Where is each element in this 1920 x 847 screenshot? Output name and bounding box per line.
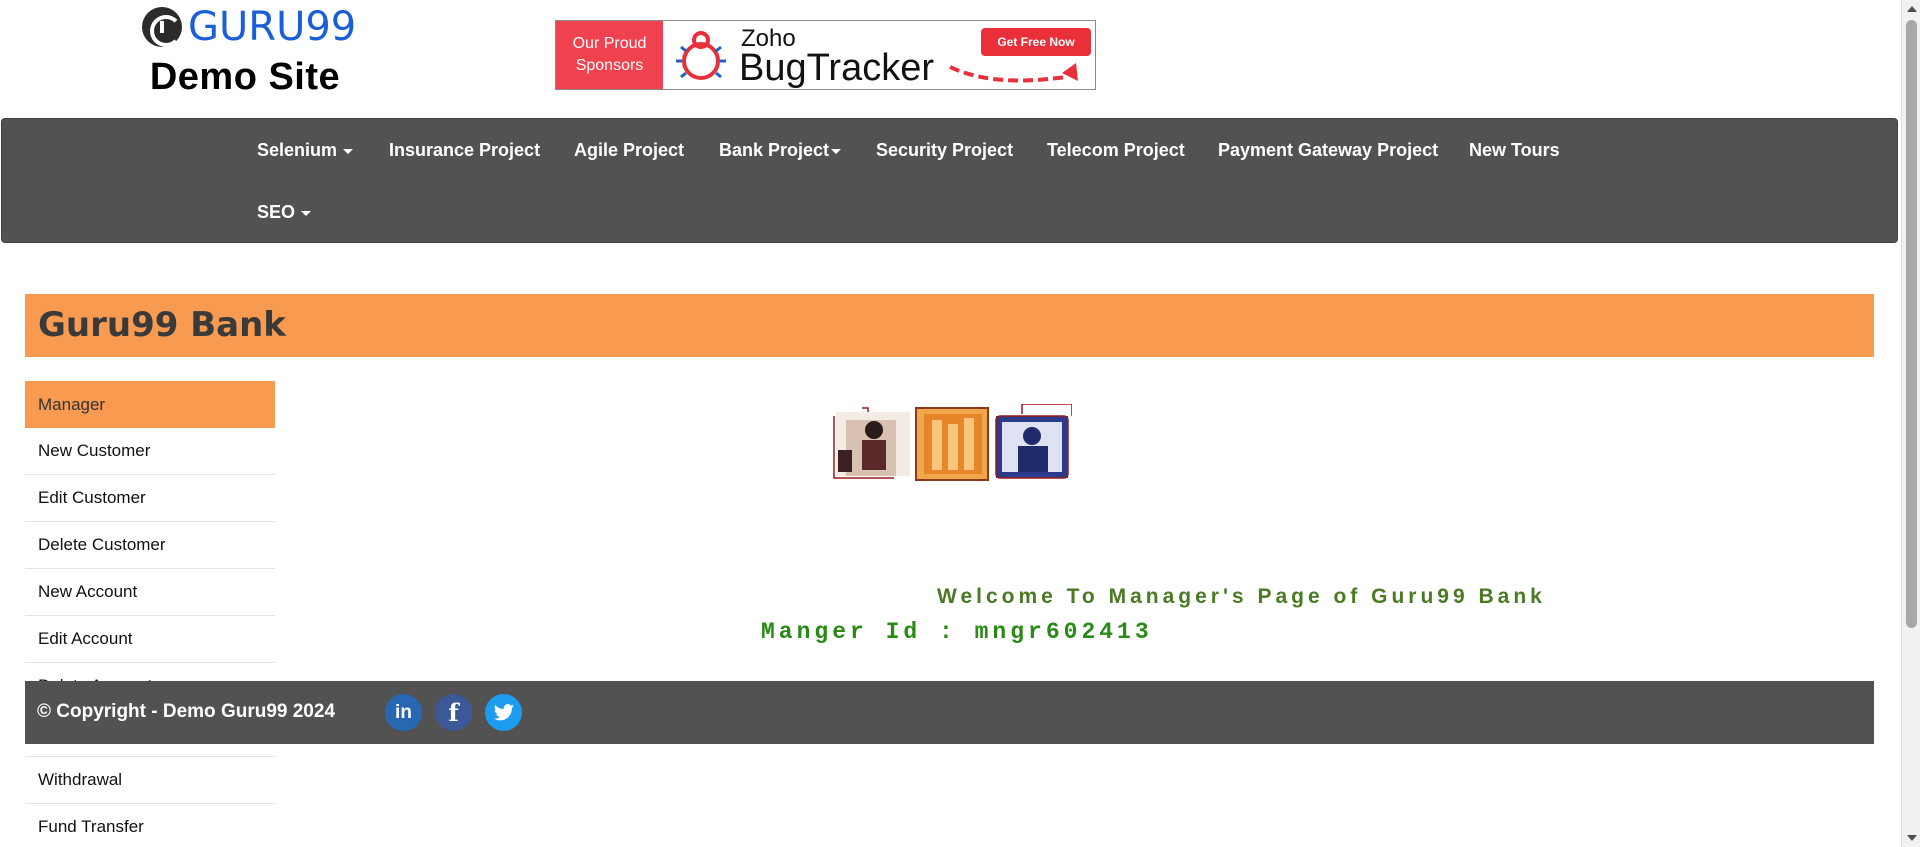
sidebar-item-delete-customer[interactable]: Delete Customer — [25, 522, 275, 569]
bank-collage-image — [833, 403, 1073, 481]
sidebar-item-new-account[interactable]: New Account — [25, 569, 275, 616]
banner-line-2: Sponsors — [575, 57, 644, 74]
banner-sponsor-label: Our Proud Sponsors — [556, 21, 663, 89]
banner-line-1: Our Proud — [572, 35, 647, 52]
sponsor-banner[interactable]: Our Proud Sponsors Zoho BugTracker Get F… — [555, 20, 1096, 90]
nav-agile-project[interactable]: Agile Project — [574, 140, 684, 161]
sidebar-item-withdrawal[interactable]: Withdrawal — [25, 757, 275, 804]
sidebar-item-edit-account[interactable]: Edit Account — [25, 616, 275, 663]
twitter-bird-glyph — [493, 703, 514, 720]
welcome-message: Welcome To Manager's Page of Guru99 Bank — [937, 585, 1546, 608]
scroll-down-arrow-icon[interactable] — [1907, 835, 1917, 841]
linkedin-icon[interactable]: in — [385, 694, 422, 731]
sidebar-item-fund-transfer[interactable]: Fund Transfer — [25, 804, 275, 847]
page-title: Guru99 Bank — [38, 305, 286, 345]
nav-seo[interactable]: SEO — [257, 202, 312, 223]
sidebar-item-new-customer[interactable]: New Customer — [25, 428, 275, 475]
site-logo[interactable]: GURU99 Demo Site — [140, 4, 360, 100]
nav-insurance-project[interactable]: Insurance Project — [389, 140, 540, 161]
scroll-up-arrow-icon[interactable] — [1907, 6, 1917, 12]
nav-new-tours[interactable]: New Tours — [1469, 140, 1560, 161]
nav-payment-gateway-project[interactable]: Payment Gateway Project — [1218, 140, 1438, 161]
page-scrollbar[interactable] — [1901, 0, 1920, 847]
scrollbar-thumb[interactable] — [1906, 20, 1917, 628]
bug-icon — [676, 31, 726, 80]
nav-selenium[interactable]: Selenium — [257, 140, 354, 161]
facebook-icon[interactable]: f — [435, 694, 472, 731]
copyright-text: © Copyright - Demo Guru99 2024 — [37, 701, 336, 722]
nav-bank-project[interactable]: Bank Project — [719, 140, 842, 161]
sidebar-menu: Manager New Customer Edit Customer Delet… — [25, 381, 275, 847]
sidebar-item-manager[interactable]: Manager — [25, 381, 275, 428]
nav-telecom-project[interactable]: Telecom Project — [1047, 140, 1185, 161]
chevron-down-icon — [831, 148, 842, 154]
arrow-icon — [949, 63, 1078, 83]
sidebar-item-edit-customer[interactable]: Edit Customer — [25, 475, 275, 522]
logo-text: GURU99 — [188, 4, 357, 50]
get-free-now-button[interactable]: Get Free Now — [981, 28, 1091, 56]
bank-title-bar: Guru99 Bank — [25, 294, 1874, 357]
bank-photo-strip — [832, 403, 1073, 482]
footer: © Copyright - Demo Guru99 2024 in f — [25, 681, 1874, 744]
guru99-logo-icon — [142, 7, 182, 47]
chevron-down-icon — [343, 148, 354, 154]
nav-security-project[interactable]: Security Project — [876, 140, 1013, 161]
manager-id: Manger Id : mngr602413 — [761, 619, 1153, 645]
logo-subtitle: Demo Site — [149, 56, 341, 98]
chevron-down-icon — [301, 210, 312, 216]
main-navbar: Selenium Insurance Project Agile Project… — [1, 118, 1898, 243]
twitter-icon[interactable] — [485, 694, 522, 731]
banner-product: BugTracker — [739, 47, 934, 89]
